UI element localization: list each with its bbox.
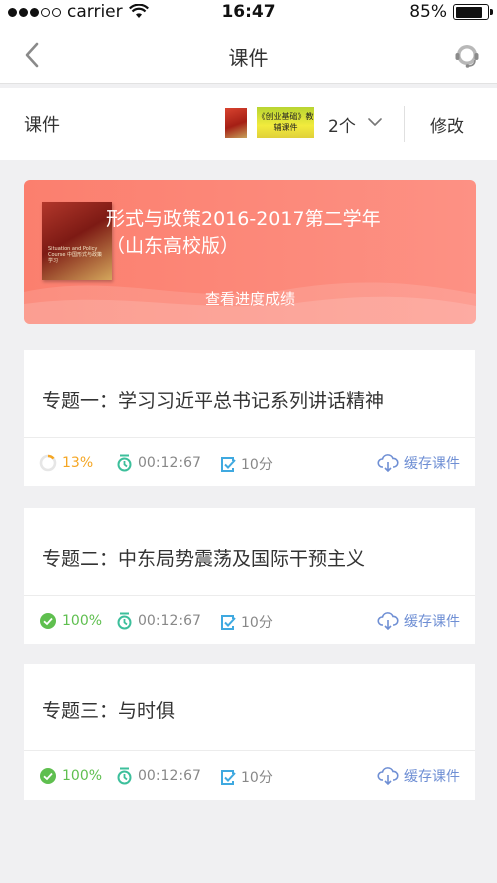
topic-title: 专题二：中东局势震荡及国际干预主义 bbox=[42, 548, 366, 570]
course-thumbnail[interactable]: 《创业基础》教辅课件 bbox=[257, 107, 314, 138]
course-selector-label: 课件 bbox=[24, 115, 60, 136]
battery-percent: 85% bbox=[409, 2, 447, 22]
duration-indicator: 00:12:67 bbox=[116, 767, 201, 785]
topic-card[interactable]: 专题三：与时俱 100% 00:12:67 10分 缓存课件 bbox=[24, 664, 475, 800]
check-circle-icon bbox=[40, 768, 56, 784]
progress-text: 100% bbox=[62, 613, 103, 629]
cache-courseware-button[interactable]: 缓存课件 bbox=[377, 611, 460, 631]
score-check-icon bbox=[221, 456, 236, 472]
topic-title: 专题三：与时俱 bbox=[42, 700, 176, 722]
score-text: 10分 bbox=[241, 770, 273, 786]
course-cover-image: Situation and Policy Course 中国形式与政策学习 bbox=[42, 202, 112, 280]
page-title: 课件 bbox=[228, 46, 269, 70]
course-thumbnail-text: 《创业基础》教辅课件 bbox=[257, 112, 314, 132]
course-count[interactable]: 2个 bbox=[328, 112, 356, 137]
duration-text: 00:12:67 bbox=[138, 613, 201, 629]
edit-button[interactable]: 修改 bbox=[430, 112, 464, 137]
duration-text: 00:12:67 bbox=[138, 768, 201, 784]
progress-text: 100% bbox=[62, 768, 103, 784]
score-indicator: 10分 bbox=[220, 612, 273, 632]
timer-icon bbox=[117, 454, 132, 472]
customer-service-icon[interactable] bbox=[453, 42, 481, 70]
course-title-line: （山东高校版） bbox=[106, 235, 240, 257]
cache-courseware-label: 缓存课件 bbox=[404, 456, 460, 472]
score-check-icon bbox=[221, 614, 236, 630]
cache-courseware-button[interactable]: 缓存课件 bbox=[377, 766, 460, 786]
cache-courseware-label: 缓存课件 bbox=[404, 769, 460, 785]
score-text: 10分 bbox=[241, 615, 273, 631]
navigation-bar: 课件 bbox=[0, 26, 497, 84]
course-cover-text: Situation and Policy Course 中国形式与政策学习 bbox=[48, 246, 103, 264]
score-indicator: 10分 bbox=[220, 454, 273, 474]
timer-icon bbox=[117, 767, 132, 785]
battery-info: 85% bbox=[409, 2, 493, 22]
topic-meta-row: 100% 00:12:67 10分 缓存课件 bbox=[24, 751, 475, 799]
course-selector: 课件 《创业基础》教辅课件 2个 修改 bbox=[0, 88, 497, 160]
progress-text: 13% bbox=[62, 455, 94, 471]
view-progress-link[interactable]: 查看进度成绩 bbox=[24, 288, 476, 309]
progress-indicator: 100% bbox=[39, 767, 102, 785]
topic-meta-row: 13% 00:12:67 10分 缓存课件 bbox=[24, 438, 475, 486]
cache-courseware-label: 缓存课件 bbox=[404, 614, 460, 630]
progress-indicator: 13% bbox=[39, 454, 93, 472]
cache-courseware-button[interactable]: 缓存课件 bbox=[377, 453, 460, 473]
timer-icon bbox=[117, 612, 132, 630]
duration-indicator: 00:12:67 bbox=[116, 612, 201, 630]
duration-indicator: 00:12:67 bbox=[116, 454, 201, 472]
battery-icon bbox=[453, 4, 493, 20]
course-title: 形式与政策2016-2017第二学年 （山东高校版） bbox=[106, 206, 466, 260]
check-circle-icon bbox=[40, 613, 56, 629]
topic-title: 专题一：学习习近平总书记系列讲话精神 bbox=[42, 390, 385, 412]
score-indicator: 10分 bbox=[220, 767, 273, 787]
course-banner[interactable]: Situation and Policy Course 中国形式与政策学习 形式… bbox=[24, 180, 476, 324]
cloud-download-icon bbox=[377, 612, 399, 630]
score-check-icon bbox=[221, 769, 236, 785]
course-title-line: 形式与政策2016-2017第二学年 bbox=[106, 208, 381, 230]
topic-card[interactable]: 专题一：学习习近平总书记系列讲话精神 13% 00:12:67 10分 缓存课件 bbox=[24, 350, 475, 486]
divider bbox=[404, 106, 405, 142]
progress-indicator: 100% bbox=[39, 612, 102, 630]
topic-card[interactable]: 专题二：中东局势震荡及国际干预主义 100% 00:12:67 10分 缓存课件 bbox=[24, 508, 475, 644]
score-text: 10分 bbox=[241, 457, 273, 473]
chevron-down-icon[interactable] bbox=[367, 115, 383, 129]
topic-meta-row: 100% 00:12:67 10分 缓存课件 bbox=[24, 596, 475, 644]
status-bar: carrier 16:47 85% bbox=[0, 0, 497, 26]
course-thumbnail[interactable] bbox=[225, 108, 247, 138]
cloud-download-icon bbox=[377, 767, 399, 785]
duration-text: 00:12:67 bbox=[138, 455, 201, 471]
progress-ring-icon bbox=[39, 454, 57, 472]
cloud-download-icon bbox=[377, 454, 399, 472]
